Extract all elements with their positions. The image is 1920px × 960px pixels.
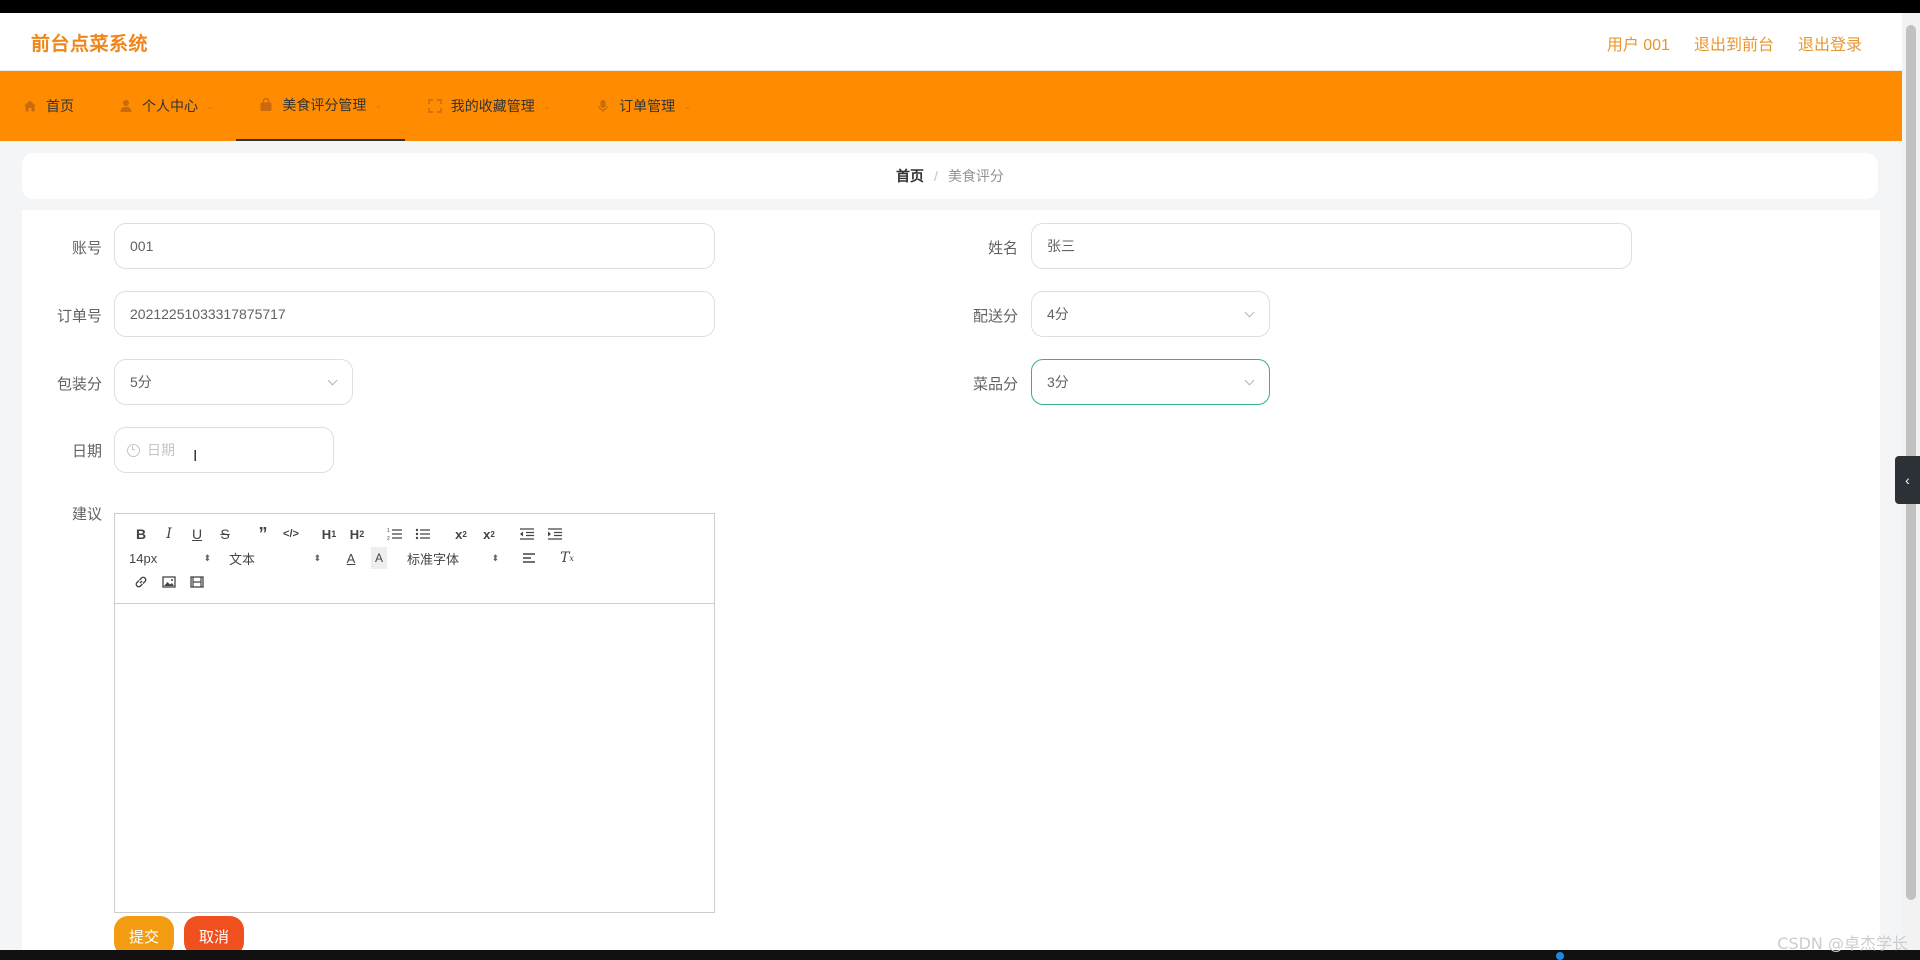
package-score-label: 包装分 (56, 376, 102, 393)
bottom-indicator-dot (1556, 952, 1564, 960)
nav-item-label: 订单管理 (619, 98, 676, 114)
text-cursor-icon: I (193, 448, 198, 465)
font-family-value: 标准字体 (407, 551, 460, 567)
bottom-bar (0, 950, 1920, 960)
order-number-label: 订单号 (56, 308, 102, 325)
toolbar-row-1: B I U S ” </> H1 H2 12 x2 x2 (127, 522, 702, 546)
date-placeholder: 日期 (147, 442, 175, 458)
bag-icon (258, 97, 274, 113)
italic-icon[interactable]: I (155, 523, 183, 545)
delivery-score-select[interactable]: 4分 (1031, 291, 1270, 337)
indent-icon[interactable] (541, 523, 569, 545)
side-panel-toggle[interactable]: ‹ (1895, 456, 1920, 504)
image-icon[interactable] (155, 571, 183, 593)
code-block-icon[interactable]: </> (277, 523, 305, 545)
heading-2-icon[interactable]: H2 (343, 523, 371, 545)
main-nav: 首页 个人中心 ⌄ 美食评分管理 ⌄ 我的收藏管理 ⌄ 订单管理 ⌄ (0, 71, 1902, 141)
link-icon[interactable] (127, 571, 155, 593)
header-format-value: 文本 (229, 551, 256, 567)
nav-item-label: 首页 (46, 98, 74, 114)
chevron-down-icon: ⌄ (206, 100, 215, 112)
nav-item-personal-center[interactable]: 个人中心 ⌄ (96, 71, 236, 141)
nav-item-food-rating[interactable]: 美食评分管理 ⌄ (236, 71, 405, 141)
outdent-icon[interactable] (513, 523, 541, 545)
account-value: 001 (130, 238, 154, 254)
font-color-icon[interactable]: A (337, 547, 365, 569)
name-label: 姓名 (987, 240, 1018, 257)
subscript-icon[interactable]: x2 (447, 523, 475, 545)
app-header: 前台点菜系统 用户 001 退出到前台 退出登录 (0, 13, 1902, 71)
header-links: 用户 001 退出到前台 退出登录 (1607, 31, 1862, 55)
select-arrows-icon: ⬍ (313, 552, 321, 563)
font-family-select[interactable]: 标准字体 ⬍ (405, 549, 501, 568)
chevron-left-icon: ‹ (1905, 472, 1910, 488)
package-score-select[interactable]: 5分 (114, 359, 353, 405)
delivery-score-label: 配送分 (972, 308, 1018, 325)
dish-score-value: 3分 (1047, 374, 1069, 390)
back-to-front-link[interactable]: 退出到前台 (1694, 31, 1774, 55)
toolbar-row-2: 14px ⬍ 文本 ⬍ A A 标准字体 ⬍ Tx (127, 546, 702, 570)
current-user-link[interactable]: 用户 001 (1607, 31, 1670, 55)
toolbar-row-3 (127, 570, 702, 594)
nav-item-home[interactable]: 首页 (0, 71, 96, 141)
date-picker-input[interactable]: 日期 (114, 427, 334, 473)
logout-link[interactable]: 退出登录 (1798, 31, 1862, 55)
svg-text:2: 2 (387, 536, 390, 541)
name-input[interactable]: 张三 (1031, 223, 1632, 269)
align-icon[interactable] (515, 547, 543, 569)
date-label: 日期 (71, 443, 102, 460)
superscript-icon[interactable]: x2 (475, 523, 503, 545)
breadcrumb-home[interactable]: 首页 (896, 166, 924, 186)
name-value: 张三 (1047, 238, 1075, 254)
dish-score-select[interactable]: 3分 (1031, 359, 1270, 405)
mic-icon (595, 98, 611, 114)
nav-item-orders[interactable]: 订单管理 ⌄ (573, 71, 713, 141)
nav-item-label: 我的收藏管理 (450, 98, 535, 114)
clear-format-icon[interactable]: Tx (553, 547, 581, 569)
account-input[interactable]: 001 (114, 223, 715, 269)
suggestion-label: 建议 (71, 506, 102, 523)
dish-score-label: 菜品分 (972, 376, 1018, 393)
nav-item-my-favorites[interactable]: 我的收藏管理 ⌄ (405, 71, 573, 141)
background-color-icon[interactable]: A (371, 547, 387, 569)
video-icon[interactable] (183, 571, 211, 593)
watermark: CSDN @卓杰学长 (1777, 934, 1908, 953)
order-number-value: 20212251033317875717 (130, 306, 286, 322)
nav-item-label: 个人中心 (142, 98, 198, 114)
app-brand: 前台点菜系统 (31, 34, 149, 55)
font-size-value: 14px (129, 550, 158, 566)
clock-icon (127, 443, 140, 457)
editor-content-area[interactable] (115, 604, 714, 912)
breadcrumb: 首页 / 美食评分 (22, 153, 1878, 199)
select-arrows-icon: ⬍ (491, 552, 499, 563)
nav-item-label: 美食评分管理 (282, 97, 367, 113)
strikethrough-icon[interactable]: S (211, 523, 239, 545)
window-top-bar (0, 0, 1920, 13)
breadcrumb-separator: / (934, 168, 938, 184)
delivery-score-value: 4分 (1047, 306, 1069, 322)
package-score-value: 5分 (130, 374, 152, 390)
home-icon (22, 98, 38, 114)
ordered-list-icon[interactable]: 12 (381, 523, 409, 545)
fullscreen-icon (427, 98, 443, 114)
underline-icon[interactable]: U (183, 523, 211, 545)
chevron-down-icon: ⌄ (542, 100, 552, 112)
rich-text-editor: B I U S ” </> H1 H2 12 x2 x2 14px ⬍ 文本 ⬍… (114, 513, 715, 913)
account-label: 账号 (71, 240, 102, 257)
breadcrumb-current: 美食评分 (947, 168, 1004, 184)
heading-1-icon[interactable]: H1 (315, 523, 343, 545)
select-arrows-icon: ⬍ (203, 552, 211, 563)
svg-text:1: 1 (387, 528, 390, 534)
bold-icon[interactable]: B (127, 523, 155, 545)
header-format-select[interactable]: 文本 ⬍ (227, 549, 323, 568)
user-icon (118, 98, 134, 114)
font-size-select[interactable]: 14px ⬍ (127, 551, 213, 566)
chevron-down-icon: ⌄ (683, 100, 692, 112)
chevron-down-icon: ⌄ (374, 99, 383, 111)
editor-toolbar: B I U S ” </> H1 H2 12 x2 x2 14px ⬍ 文本 ⬍… (115, 514, 714, 604)
order-number-input[interactable]: 20212251033317875717 (114, 291, 715, 337)
bullet-list-icon[interactable] (409, 523, 437, 545)
blockquote-icon[interactable]: ” (249, 523, 277, 545)
